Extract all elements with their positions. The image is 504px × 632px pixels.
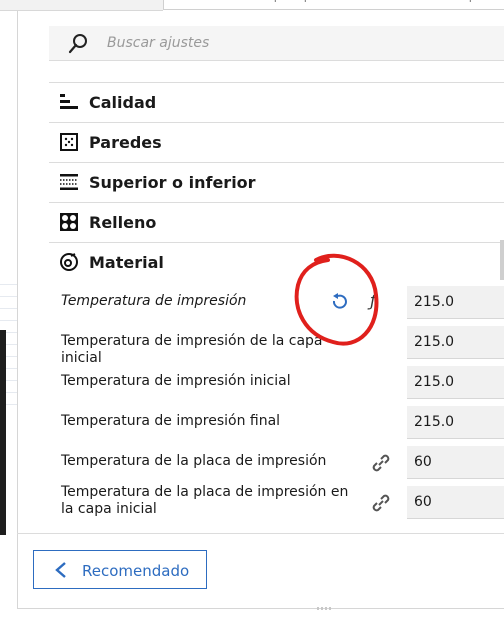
- settings-search-field[interactable]: Buscar ajustes: [49, 26, 504, 61]
- footer-divider: [17, 533, 504, 534]
- top-tab-right[interactable]: ııı: [163, 0, 504, 10]
- resize-grip[interactable]: [317, 607, 331, 610]
- setting-row-print-temperature[interactable]: Temperatura de impresión ƒ 215.0: [49, 282, 504, 322]
- category-label: Calidad: [89, 93, 157, 112]
- category-label: Superior o inferior: [89, 173, 256, 192]
- setting-row-initial-layer-build-plate-temperature[interactable]: Temperatura de la placa de impresión en …: [49, 482, 504, 522]
- annotation-circle: [294, 253, 379, 346]
- infill-icon: [60, 213, 78, 231]
- setting-value-field[interactable]: 215.0: [407, 326, 504, 359]
- link-icon[interactable]: [370, 452, 392, 474]
- setting-label: Temperatura de la placa de impresión en …: [61, 484, 349, 517]
- recommended-button[interactable]: Recomendado: [33, 550, 207, 589]
- search-placeholder: Buscar ajustes: [107, 35, 210, 51]
- walls-icon: [60, 133, 78, 151]
- category-label: Relleno: [89, 213, 157, 232]
- material-icon: [60, 253, 78, 271]
- recommended-label: Recomendado: [82, 562, 190, 580]
- quality-icon: [60, 94, 78, 109]
- chevron-left-icon: [55, 562, 66, 578]
- setting-row-build-plate-temperature[interactable]: Temperatura de la placa de impresión 60: [49, 442, 504, 482]
- category-relleno[interactable]: Relleno: [49, 202, 504, 242]
- search-icon: [68, 34, 87, 54]
- setting-value-field[interactable]: 215.0: [407, 286, 504, 319]
- top-tab-left[interactable]: [0, 0, 163, 11]
- setting-value-field[interactable]: 60: [407, 486, 504, 519]
- setting-label: Temperatura de la placa de impresión: [61, 453, 327, 469]
- link-icon[interactable]: [370, 492, 392, 514]
- top-bottom-icon: [60, 174, 78, 190]
- viewport-object: [0, 330, 6, 535]
- setting-row-initial-layer-print-temperature[interactable]: Temperatura de impresión de la capa inic…: [49, 322, 504, 366]
- setting-label: Temperatura de impresión final: [61, 413, 281, 429]
- scrollbar[interactable]: [500, 240, 504, 280]
- category-material[interactable]: Material: [49, 242, 504, 282]
- setting-value-field[interactable]: 60: [407, 446, 504, 479]
- setting-row-final-print-temperature[interactable]: Temperatura de impresión final 215.0: [49, 402, 504, 442]
- setting-label: Temperatura de impresión inicial: [61, 373, 291, 389]
- category-label: Paredes: [89, 133, 162, 152]
- setting-row-initial-print-temperature[interactable]: Temperatura de impresión inicial 215.0: [49, 362, 504, 402]
- setting-value-field[interactable]: 215.0: [407, 366, 504, 399]
- category-superior-inferior[interactable]: Superior o inferior: [49, 162, 504, 202]
- setting-value-field[interactable]: 215.0: [407, 406, 504, 439]
- category-calidad[interactable]: Calidad: [49, 82, 504, 122]
- category-label: Material: [89, 253, 164, 272]
- category-paredes[interactable]: Paredes: [49, 122, 504, 162]
